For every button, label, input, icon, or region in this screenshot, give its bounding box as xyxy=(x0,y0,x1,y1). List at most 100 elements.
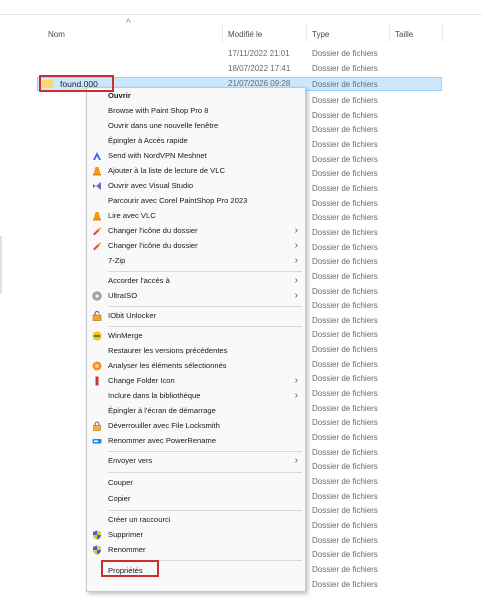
row-type: Dossier de fichiers xyxy=(312,96,378,105)
menu-item-label: UltraISO xyxy=(108,291,138,300)
row-type: Dossier de fichiers xyxy=(312,550,378,560)
row-type: Dossier de fichiers xyxy=(312,301,378,311)
menu-separator xyxy=(108,472,302,473)
menu-item-play-vlc[interactable]: Lire avec VLC xyxy=(87,209,305,223)
menu-item-label: Ouvrir avec Visual Studio xyxy=(108,181,194,190)
column-header-size[interactable]: Taille xyxy=(395,30,413,39)
folder-paint-icon xyxy=(93,242,102,251)
menu-item-label: Épingler à Accès rapide xyxy=(108,136,188,145)
row-date: 18/07/2022 17:41 xyxy=(228,64,291,73)
menu-item-label: Copier xyxy=(108,494,131,503)
menu-item-pin-start[interactable]: Épingler à l'écran de démarrage xyxy=(87,404,305,418)
menu-item-power-rename[interactable]: Renommer avec PowerRename xyxy=(87,434,305,448)
menu-item-label: WinMerge xyxy=(108,331,143,340)
iobit-unlocker-icon xyxy=(92,311,102,321)
menu-item-restore-versions[interactable]: Restaurer les versions précédentes xyxy=(87,344,305,358)
column-divider[interactable] xyxy=(442,24,443,42)
row-type: Dossier de fichiers xyxy=(312,374,378,384)
menu-item-winmerge[interactable]: WinMerge xyxy=(87,329,305,343)
menu-item-cut[interactable]: Couper xyxy=(87,476,305,490)
row-type: Dossier de fichiers xyxy=(312,183,378,193)
menu-item-send-to[interactable]: Envoyer vers › xyxy=(87,454,305,468)
row-type: Dossier de fichiers xyxy=(312,476,378,486)
menu-item-label: Ouvrir xyxy=(108,91,131,100)
menu-item-iobit-unlocker[interactable]: IObit Unlocker xyxy=(87,309,305,323)
menu-item-copy[interactable]: Copier xyxy=(87,492,305,506)
row-type: Dossier de fichiers xyxy=(312,330,378,340)
row-type: Dossier de fichiers xyxy=(312,447,378,457)
row-type: Dossier de fichiers xyxy=(312,403,378,413)
column-header-type[interactable]: Type xyxy=(312,30,329,39)
row-type: Dossier de fichiers xyxy=(312,535,378,545)
window-top-strip xyxy=(0,0,482,15)
chevron-right-icon: › xyxy=(294,240,298,251)
row-type: Dossier de fichiers xyxy=(312,520,378,530)
menu-item-nordvpn-meshnet[interactable]: Send with NordVPN Meshnet xyxy=(87,149,305,163)
menu-item-include-library[interactable]: Inclure dans la bibliothèque › xyxy=(87,389,305,403)
row-date: 17/11/2022 21:01 xyxy=(228,49,290,58)
column-header-modified[interactable]: Modifié le xyxy=(228,30,262,39)
menu-item-label: Browse with Paint Shop Pro 8 xyxy=(108,106,209,115)
menu-separator xyxy=(108,306,302,307)
menu-item-pin-quick-access[interactable]: Épingler à Accès rapide xyxy=(87,134,305,148)
menu-item-change-folder-icon-tool[interactable]: Change Folder Icon › xyxy=(87,374,305,388)
menu-item-delete[interactable]: Supprimer xyxy=(87,528,305,542)
menu-item-ultraiso[interactable]: UltraISO › xyxy=(87,289,305,303)
menu-item-rename[interactable]: Renommer xyxy=(87,543,305,557)
row-type: Dossier de fichiers xyxy=(312,579,378,589)
menu-item-label: Changer l'icône du dossier xyxy=(108,241,198,250)
menu-item-label: Parcourir avec Corel PaintShop Pro 2023 xyxy=(108,196,248,205)
menu-item-label: Restaurer les versions précédentes xyxy=(108,346,228,355)
row-type: Dossier de fichiers xyxy=(312,257,378,267)
menu-item-label: Ouvrir dans une nouvelle fenêtre xyxy=(108,121,219,130)
menu-item-label: Changer l'icône du dossier xyxy=(108,226,198,235)
visual-studio-icon xyxy=(93,182,101,190)
menu-item-vlc-playlist[interactable]: Ajouter à la liste de lecture de VLC xyxy=(87,164,305,178)
column-divider[interactable] xyxy=(222,24,223,42)
vlc-icon xyxy=(93,167,101,176)
sort-ascending-icon: ^ xyxy=(126,18,131,29)
menu-item-label: Ajouter à la liste de lecture de VLC xyxy=(108,166,225,175)
menu-item-open-visual-studio[interactable]: Ouvrir avec Visual Studio xyxy=(87,179,305,193)
row-type: Dossier de fichiers xyxy=(312,359,378,369)
scan-icon xyxy=(92,361,102,371)
power-rename-icon xyxy=(92,439,102,444)
menu-item-give-access[interactable]: Accorder l'accès à › xyxy=(87,274,305,288)
highlight-box-filename xyxy=(39,75,114,92)
menu-item-label: Déverrouiller avec File Locksmith xyxy=(108,421,220,430)
column-divider[interactable] xyxy=(389,24,390,42)
menu-item-label: Créer un raccourci xyxy=(108,515,171,524)
nordvpn-icon xyxy=(93,152,101,160)
menu-separator xyxy=(108,451,302,452)
column-divider[interactable] xyxy=(306,24,307,42)
menu-separator xyxy=(108,271,302,272)
ultraiso-icon xyxy=(92,291,102,301)
column-header-name[interactable]: Nom xyxy=(48,30,65,39)
menu-item-scan-selected[interactable]: Analyser les éléments sélectionnés xyxy=(87,359,305,373)
menu-item-7zip[interactable]: 7-Zip › xyxy=(87,254,305,268)
row-type: Dossier de fichiers xyxy=(312,389,378,398)
menu-item-create-shortcut[interactable]: Créer un raccourci xyxy=(87,513,305,527)
row-type: Dossier de fichiers xyxy=(312,213,378,223)
menu-item-change-folder-icon[interactable]: Changer l'icône du dossier › xyxy=(87,224,305,238)
row-type: Dossier de fichiers xyxy=(312,462,378,472)
chevron-right-icon: › xyxy=(294,290,298,301)
menu-item-open-new-window[interactable]: Ouvrir dans une nouvelle fenêtre xyxy=(87,119,305,133)
menu-item-label: Send with NordVPN Meshnet xyxy=(108,151,207,160)
row-type: Dossier de fichiers xyxy=(312,432,378,442)
menu-item-file-locksmith[interactable]: Déverrouiller avec File Locksmith xyxy=(87,419,305,433)
chevron-right-icon: › xyxy=(294,255,298,266)
shield-icon xyxy=(93,530,101,540)
menu-item-label: Change Folder Icon xyxy=(108,376,175,385)
menu-item-browse-paintshop8[interactable]: Browse with Paint Shop Pro 8 xyxy=(87,104,305,118)
row-type: Dossier de fichiers xyxy=(312,418,378,428)
row-type: Dossier de fichiers xyxy=(312,242,378,252)
menu-item-open[interactable]: Ouvrir xyxy=(87,89,305,103)
menu-item-label: IObit Unlocker xyxy=(108,311,157,320)
navigation-pane-edge xyxy=(0,236,2,294)
row-type: Dossier de fichiers xyxy=(312,198,378,208)
row-type: Dossier de fichiers xyxy=(312,64,378,73)
menu-item-corel-paintshop[interactable]: Parcourir avec Corel PaintShop Pro 2023 xyxy=(87,194,305,208)
menu-item-change-folder-icon[interactable]: Changer l'icône du dossier › xyxy=(87,239,305,253)
menu-item-label: Couper xyxy=(108,478,133,487)
